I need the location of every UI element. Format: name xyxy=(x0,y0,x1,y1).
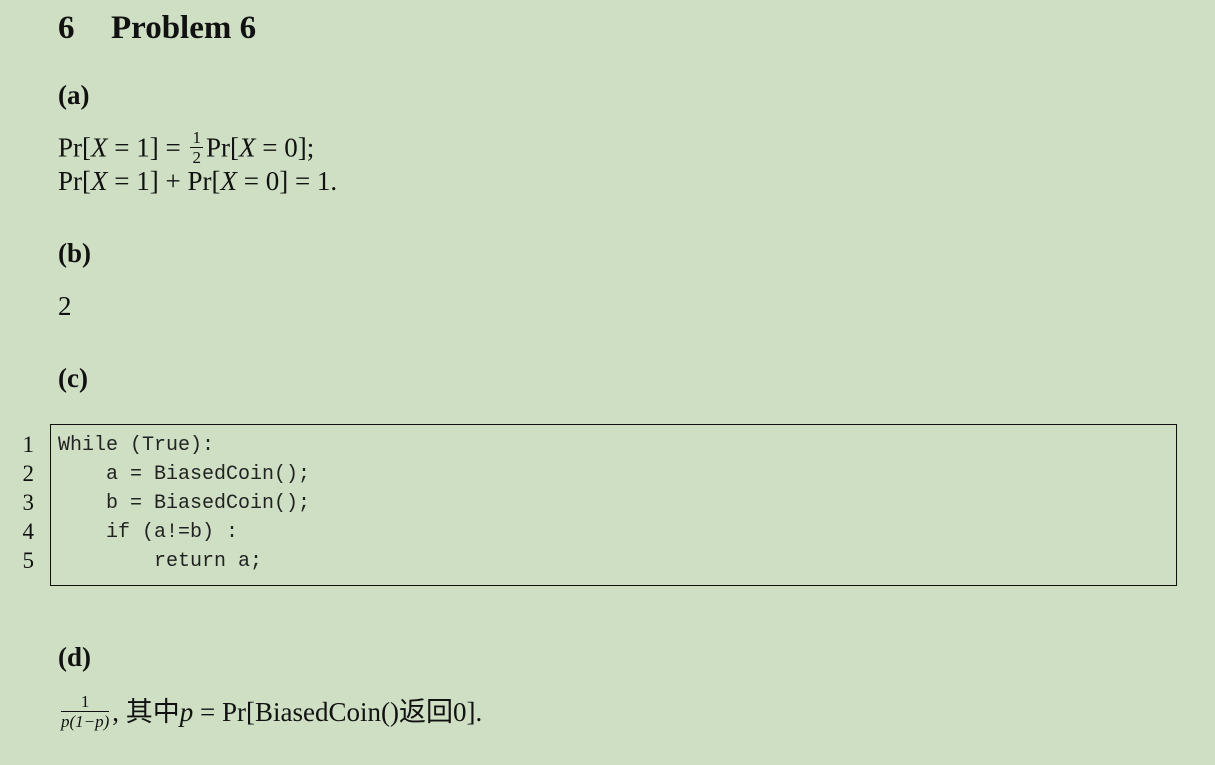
line-number: 3 xyxy=(22,490,35,515)
part-d-label: (d) xyxy=(58,642,91,672)
section-number: 6 xyxy=(58,10,75,46)
part-a-equation-1: Pr[X = 1] = 1 2 Pr[X = 0]; xyxy=(58,128,315,167)
section-title: Problem 6 xyxy=(111,10,257,46)
part-d-answer: 1 p(1−p), 其中p = Pr[BiasedCoin()返回0]. xyxy=(61,692,483,732)
part-a-equation-2: Pr[X = 1] + Pr[X = 0] = 1. xyxy=(58,166,338,196)
part-b-label: (b) xyxy=(58,238,91,268)
code-line: While (True): xyxy=(58,434,215,457)
part-b-answer: 2 xyxy=(58,291,72,321)
line-number: 4 xyxy=(22,519,35,544)
code-line: if (a!=b) : xyxy=(58,521,239,544)
code-line: return a; xyxy=(58,550,263,573)
half-fraction: 12 xyxy=(190,128,203,167)
section-heading: 6 Problem 6 xyxy=(58,10,256,47)
line-number: 1 xyxy=(22,432,35,457)
expectation-fraction: 1 p(1−p) xyxy=(61,692,110,732)
code-line: b = BiasedCoin(); xyxy=(58,492,311,515)
part-c-label: (c) xyxy=(58,363,88,393)
code-line: a = BiasedCoin(); xyxy=(58,463,311,486)
line-number: 5 xyxy=(22,548,35,573)
part-a-label: (a) xyxy=(58,80,90,110)
line-number: 2 xyxy=(22,461,35,486)
